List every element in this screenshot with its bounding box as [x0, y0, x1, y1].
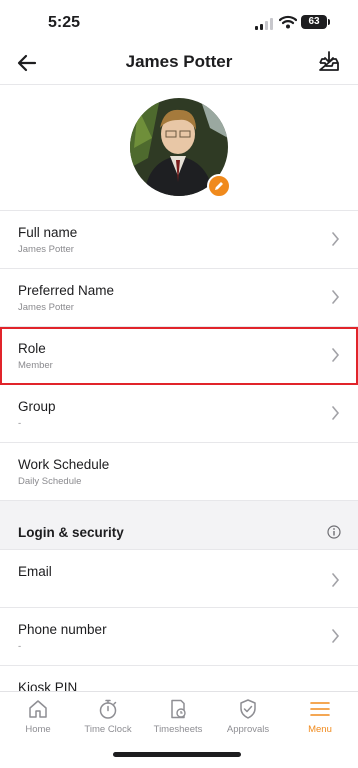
- nav-bar: James Potter: [0, 44, 358, 85]
- row-value: James Potter: [18, 302, 74, 313]
- tab-label: Approvals: [226, 724, 270, 735]
- pencil-icon[interactable]: [207, 174, 231, 198]
- profile-screen: 5:25 63 James Potter Full name James Pot…: [0, 0, 358, 768]
- wifi-icon: [279, 15, 297, 29]
- row-label: Phone number: [18, 622, 107, 637]
- tab-bar: Home Time Clock Timesheets Approvals Men…: [0, 691, 358, 768]
- avatar-section: [0, 85, 358, 211]
- section-login-security: Login & security: [0, 501, 358, 550]
- tab-timesheets[interactable]: Timesheets: [143, 698, 213, 738]
- chevron-right-icon: [332, 290, 340, 304]
- row-value: Member: [18, 360, 53, 371]
- row-preferred-name[interactable]: Preferred Name James Potter: [0, 269, 358, 327]
- status-time: 5:25: [48, 14, 81, 31]
- row-label: Work Schedule: [18, 457, 110, 472]
- timesheet-icon: [171, 699, 186, 719]
- chevron-right-icon: [332, 232, 340, 246]
- tab-time-clock[interactable]: Time Clock: [73, 698, 143, 738]
- shield-check-icon: [240, 699, 256, 719]
- tab-label: Timesheets: [153, 724, 203, 735]
- section-title: Login & security: [18, 525, 124, 540]
- tab-label: Time Clock: [84, 724, 132, 735]
- row-value: -: [18, 418, 22, 429]
- row-phone-number[interactable]: Phone number -: [0, 608, 358, 666]
- chevron-right-icon: [332, 406, 340, 420]
- row-group[interactable]: Group -: [0, 385, 358, 443]
- tab-label: Menu: [308, 724, 332, 735]
- menu-icon: [310, 702, 330, 716]
- row-label: Preferred Name: [18, 283, 115, 298]
- home-icon: [29, 700, 47, 718]
- tab-label: Home: [25, 724, 51, 735]
- chevron-right-icon: [332, 629, 340, 643]
- row-value: Daily Schedule: [18, 476, 82, 487]
- row-work-schedule[interactable]: Work Schedule Daily Schedule: [0, 443, 358, 501]
- row-label: Group: [18, 399, 56, 414]
- row-kiosk-pin[interactable]: Kiosk PIN: [0, 666, 358, 691]
- tab-home[interactable]: Home: [3, 698, 73, 738]
- profile-content[interactable]: Full name James Potter Preferred Name Ja…: [0, 85, 358, 691]
- tab-menu[interactable]: Menu: [285, 698, 355, 738]
- status-bar: 5:25 63: [0, 0, 358, 44]
- tab-approvals[interactable]: Approvals: [213, 698, 283, 738]
- row-label: Full name: [18, 225, 78, 240]
- row-full-name[interactable]: Full name James Potter: [0, 211, 358, 269]
- row-label: Email: [18, 564, 52, 579]
- home-indicator[interactable]: [113, 752, 241, 757]
- row-label: Kiosk PIN: [18, 680, 78, 691]
- inbox-download-icon[interactable]: [316, 49, 342, 75]
- chevron-right-icon: [332, 348, 340, 362]
- row-email[interactable]: Email: [0, 550, 358, 608]
- row-role[interactable]: Role Member: [0, 327, 358, 385]
- page-title: James Potter: [125, 52, 233, 71]
- stopwatch-icon: [99, 699, 117, 719]
- info-icon[interactable]: [327, 525, 341, 539]
- signal-icon: [255, 18, 273, 30]
- row-label: Role: [18, 341, 46, 356]
- row-value: James Potter: [18, 244, 74, 255]
- row-value: -: [18, 641, 22, 652]
- chevron-right-icon: [332, 573, 340, 587]
- battery-indicator: 63: [301, 15, 330, 29]
